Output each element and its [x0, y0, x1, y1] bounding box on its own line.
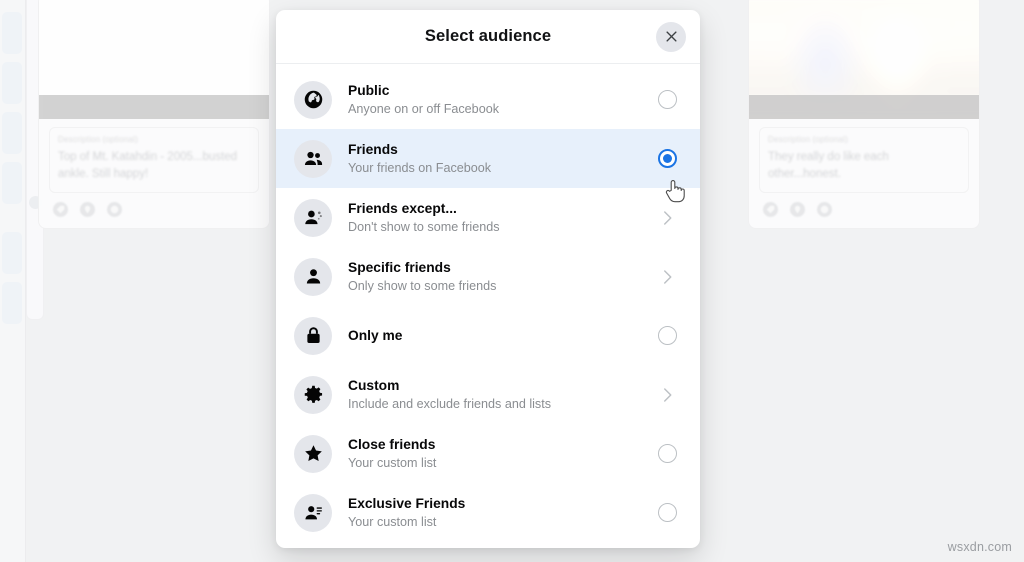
screen: Description (optional) Top of Mt. Katahd… [0, 0, 1024, 562]
audience-option-specific-friends[interactable]: Specific friends Only show to some frien… [276, 247, 700, 306]
close-button[interactable] [656, 21, 686, 52]
rail-chip [2, 282, 22, 324]
photo-overlay-strip [39, 95, 269, 119]
clock-icon[interactable] [107, 202, 122, 217]
option-control[interactable] [654, 149, 680, 168]
photo-overlay-strip [749, 95, 979, 119]
audience-option-exclusive-friends[interactable]: Exclusive Friends Your custom list [276, 483, 700, 542]
description-placeholder: Description (optional) [768, 135, 848, 144]
option-control[interactable] [654, 90, 680, 109]
tag-icon[interactable] [763, 202, 778, 217]
option-control[interactable] [654, 444, 680, 463]
option-control[interactable] [654, 326, 680, 345]
card-action-bar [39, 199, 269, 228]
option-text: Friends Your friends on Facebook [348, 141, 654, 177]
rail-chip [2, 232, 22, 274]
rail-chip [2, 112, 22, 154]
globe-icon [294, 80, 332, 119]
radio-button-only-me[interactable] [657, 326, 677, 345]
option-title: Public [348, 82, 390, 98]
option-subtitle: Your custom list [348, 514, 437, 529]
person-minus-icon [294, 198, 332, 237]
person-list-icon [294, 493, 332, 532]
card-action-bar [749, 199, 979, 228]
location-pin-icon[interactable] [80, 202, 95, 217]
audience-option-list: Public Anyone on or off Facebook Friends… [276, 64, 700, 548]
radio-button-close-friends[interactable] [657, 444, 677, 463]
post-card-left: Description (optional) Top of Mt. Katahd… [38, 0, 270, 229]
option-text: Custom Include and exclude friends and l… [348, 377, 654, 413]
audience-option-custom[interactable]: Custom Include and exclude friends and l… [276, 365, 700, 424]
audience-option-public[interactable]: Public Anyone on or off Facebook [276, 70, 700, 129]
option-text: Public Anyone on or off Facebook [348, 82, 654, 118]
option-title: Close friends [348, 436, 436, 452]
dialog-header: Select audience [276, 10, 700, 64]
description-box[interactable]: Description (optional) Top of Mt. Katahd… [49, 127, 259, 193]
option-subtitle: Your friends on Facebook [348, 160, 492, 175]
description-text: Top of Mt. Katahdin - 2005...busted ankl… [58, 151, 238, 180]
option-title: Friends except... [348, 200, 457, 216]
option-control[interactable] [654, 503, 680, 522]
tag-icon[interactable] [53, 202, 68, 217]
audience-option-friends[interactable]: Friends Your friends on Facebook [276, 129, 700, 188]
gear-icon [294, 375, 332, 414]
dialog-title: Select audience [424, 27, 552, 45]
option-title: Exclusive Friends [348, 495, 466, 511]
rail-chip [2, 162, 22, 204]
lock-icon [294, 316, 332, 355]
option-text: Exclusive Friends Your custom list [348, 495, 654, 531]
description-placeholder: Description (optional) [58, 135, 138, 144]
rail-chip [2, 62, 22, 104]
clock-icon[interactable] [817, 202, 832, 217]
description-text: They really do like each other...honest. [768, 151, 889, 180]
radio-button-friends[interactable] [657, 149, 677, 168]
location-pin-icon[interactable] [790, 202, 805, 217]
post-photo [39, 0, 269, 119]
watermark: wsxdn.com [947, 540, 1012, 554]
audience-option-close-friends[interactable]: Close friends Your custom list [276, 424, 700, 483]
post-photo [749, 0, 979, 119]
left-rail [0, 0, 26, 562]
option-text: Only me [348, 327, 654, 345]
option-text: Specific friends Only show to some frien… [348, 259, 654, 295]
option-subtitle: Include and exclude friends and lists [348, 396, 552, 411]
close-icon [665, 31, 677, 42]
option-title: Only me [348, 327, 403, 343]
chevron-right-icon[interactable] [654, 268, 680, 286]
option-title: Specific friends [348, 259, 451, 275]
chevron-right-icon[interactable] [654, 209, 680, 227]
chevron-right-icon[interactable] [654, 386, 680, 404]
star-icon [294, 434, 332, 473]
description-box[interactable]: Description (optional) They really do li… [759, 127, 969, 193]
option-title: Friends [348, 141, 398, 157]
option-subtitle: Don't show to some friends [348, 219, 500, 234]
radio-button-exclusive-friends[interactable] [657, 503, 677, 522]
option-subtitle: Only show to some friends [348, 278, 497, 293]
radio-button-public[interactable] [657, 90, 677, 109]
audience-option-only-me[interactable]: Only me [276, 306, 700, 365]
two-people-icon [294, 139, 332, 178]
post-card-right: Description (optional) They really do li… [748, 0, 980, 229]
option-subtitle: Anyone on or off Facebook [348, 101, 499, 116]
rail-chip [2, 12, 22, 54]
option-text: Close friends Your custom list [348, 436, 654, 472]
option-subtitle: Your custom list [348, 455, 437, 470]
person-icon [294, 257, 332, 296]
option-title: Custom [348, 377, 400, 393]
audience-option-friends-except[interactable]: Friends except... Don't show to some fri… [276, 188, 700, 247]
option-text: Friends except... Don't show to some fri… [348, 200, 654, 236]
select-audience-dialog: Select audience Public Anyone on or off … [276, 10, 700, 548]
